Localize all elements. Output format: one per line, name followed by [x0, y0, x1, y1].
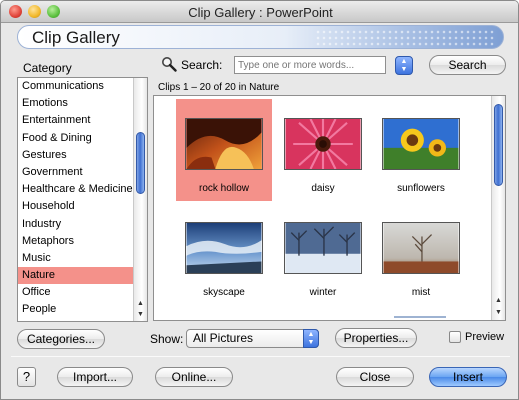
window-title: Clip Gallery : PowerPoint — [188, 5, 333, 20]
show-label: Show: — [150, 332, 184, 346]
scroll-down-arrow-icon[interactable]: ▼ — [492, 307, 505, 318]
search-history-stepper[interactable]: ▲ ▼ — [395, 56, 413, 75]
insert-button[interactable]: Insert — [429, 367, 507, 387]
skyscape-thumbnail — [185, 222, 263, 274]
scroll-down-arrow-icon[interactable]: ▼ — [134, 309, 147, 320]
category-scroll-thumb[interactable] — [136, 132, 145, 194]
category-item[interactable]: Industry — [18, 216, 134, 233]
show-select-value: All Pictures — [193, 331, 254, 345]
clip-label: skyscape — [203, 287, 245, 298]
magnifier-icon — [162, 57, 177, 72]
category-label: Category — [23, 61, 72, 75]
scroll-up-arrow-icon[interactable]: ▲ — [492, 295, 505, 306]
clip-item[interactable]: daisy — [275, 99, 371, 201]
category-list[interactable]: Communications Emotions Entertainment Fo… — [17, 77, 148, 322]
category-item[interactable]: Communications — [18, 78, 134, 95]
search-input[interactable] — [234, 56, 386, 74]
category-item[interactable]: Emotions — [18, 95, 134, 112]
category-item[interactable]: Healthcare & Medicine — [18, 181, 134, 198]
clip-item[interactable]: winter — [275, 203, 371, 305]
category-item[interactable]: Music — [18, 250, 134, 267]
clip-grid: rock hollow daisy sunflowers skyscape wi… — [153, 95, 506, 321]
mist-thumbnail — [382, 222, 460, 274]
help-button[interactable]: ? — [17, 367, 36, 387]
clip-gallery-window: Clip Gallery : PowerPoint Clip Gallery C… — [0, 0, 519, 400]
category-item[interactable]: Entertainment — [18, 112, 134, 129]
daisy-thumbnail — [284, 118, 362, 170]
clip-item[interactable]: skyscape — [176, 203, 272, 305]
footer-separator — [11, 356, 510, 357]
online-button[interactable]: Online... — [155, 367, 233, 387]
clip-item[interactable]: sunflowers — [373, 99, 469, 201]
properties-button[interactable]: Properties... — [335, 328, 417, 348]
banner-decoration — [315, 29, 495, 47]
search-button[interactable]: Search — [429, 55, 506, 75]
preview-checkbox[interactable] — [449, 331, 461, 343]
category-scrollbar[interactable]: ▲ ▼ — [133, 78, 147, 321]
clip-item[interactable]: mist — [373, 203, 469, 305]
scroll-up-arrow-icon[interactable]: ▲ — [134, 298, 147, 309]
category-item[interactable]: Gestures — [18, 147, 134, 164]
category-item[interactable]: People — [18, 301, 134, 318]
clip-label: sunflowers — [397, 183, 445, 194]
sunflowers-thumbnail — [382, 118, 460, 170]
clip-label: daisy — [311, 183, 335, 194]
partial-next-row-indicator — [394, 316, 446, 318]
category-item[interactable]: Household — [18, 198, 134, 215]
show-select[interactable]: All Pictures ▲ ▼ — [186, 329, 319, 348]
clip-label: mist — [411, 287, 431, 298]
clip-label: winter — [309, 287, 337, 298]
select-arrows-icon: ▲ ▼ — [303, 329, 319, 348]
winter-thumbnail — [284, 222, 362, 274]
clip-scrollbar[interactable]: ▲ ▼ — [491, 96, 505, 320]
clip-item-selected[interactable]: rock hollow — [176, 99, 272, 201]
preview-label: Preview — [465, 331, 505, 343]
title-bar: Clip Gallery : PowerPoint — [1, 1, 518, 23]
category-item[interactable]: Government — [18, 164, 134, 181]
category-item-selected[interactable]: Nature — [18, 267, 134, 285]
clips-count-text: Clips 1 – 20 of 20 in Nature — [158, 82, 280, 93]
gallery-banner: Clip Gallery — [17, 25, 504, 49]
banner-title: Clip Gallery — [32, 28, 120, 47]
import-button[interactable]: Import... — [57, 367, 133, 387]
clip-scroll-thumb[interactable] — [494, 104, 503, 186]
search-label: Search: — [181, 58, 223, 72]
close-button[interactable]: Close — [336, 367, 414, 387]
clip-label: rock hollow — [198, 183, 250, 194]
categories-button[interactable]: Categories... — [17, 329, 105, 349]
rock-hollow-thumbnail — [185, 118, 263, 170]
category-item[interactable]: Metaphors — [18, 233, 134, 250]
category-item[interactable]: Food & Dining — [18, 130, 134, 147]
category-item[interactable]: Office — [18, 284, 134, 301]
